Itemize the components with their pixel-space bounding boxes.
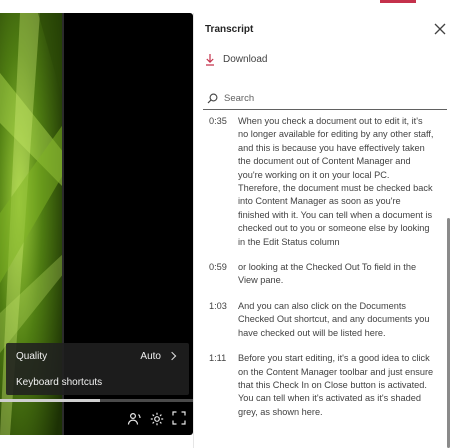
panel-title: Transcript bbox=[205, 24, 254, 35]
keyboard-shortcuts-menu-item[interactable]: Keyboard shortcuts bbox=[6, 369, 189, 395]
audio-description-icon[interactable] bbox=[126, 411, 142, 427]
search-input[interactable] bbox=[224, 93, 434, 104]
entry-timestamp: 0:59 bbox=[209, 262, 227, 273]
transcript-entry[interactable]: 0:59 or looking at the Checked Out To fi… bbox=[194, 261, 446, 288]
entry-text: or looking at the Checked Out To field i… bbox=[238, 262, 417, 286]
chevron-right-icon bbox=[167, 351, 177, 361]
quality-value: Auto bbox=[140, 350, 161, 362]
transcript-entry[interactable]: 1:11 Before you start editing, it's a go… bbox=[194, 352, 446, 419]
download-button[interactable]: Download bbox=[205, 53, 267, 66]
entry-timestamp: 0:35 bbox=[209, 116, 227, 126]
download-label: Download bbox=[223, 54, 268, 65]
entry-text: Before you start editing, it's a good id… bbox=[238, 353, 434, 417]
fullscreen-icon[interactable] bbox=[172, 411, 188, 427]
video-player[interactable]: Quality Auto Keyboard shortcuts bbox=[0, 13, 193, 435]
close-button[interactable] bbox=[433, 22, 447, 36]
top-accent-bar bbox=[380, 0, 416, 3]
transcript-panel: Transcript Download 0:35 When you check … bbox=[193, 13, 450, 448]
settings-menu: Quality Auto Keyboard shortcuts bbox=[6, 343, 189, 395]
quality-menu-item[interactable]: Quality Auto bbox=[6, 343, 189, 369]
download-icon bbox=[206, 54, 214, 66]
entry-timestamp: 1:11 bbox=[209, 353, 227, 364]
close-icon bbox=[434, 23, 446, 35]
entry-text: And you can also click on the Documents … bbox=[238, 300, 430, 338]
entry-text: When you check a document out to edit it… bbox=[238, 116, 434, 247]
transcript-entry[interactable]: 1:03 And you can also click on the Docum… bbox=[194, 300, 446, 340]
app-root: Quality Auto Keyboard shortcuts Transcri… bbox=[0, 0, 450, 448]
keyboard-shortcuts-label: Keyboard shortcuts bbox=[16, 376, 103, 388]
transcript-entry[interactable]: 0:35 When you check a document out to ed… bbox=[194, 115, 446, 249]
scrollbar[interactable] bbox=[446, 114, 450, 448]
search-icon bbox=[207, 93, 218, 104]
quality-label: Quality bbox=[16, 350, 48, 362]
search-box[interactable] bbox=[203, 88, 447, 110]
settings-gear-icon[interactable] bbox=[149, 411, 165, 427]
transcript-list: 0:35 When you check a document out to ed… bbox=[194, 114, 446, 448]
progress-bar[interactable] bbox=[0, 399, 193, 402]
progress-fill bbox=[0, 399, 101, 402]
entry-timestamp: 1:03 bbox=[209, 300, 227, 311]
